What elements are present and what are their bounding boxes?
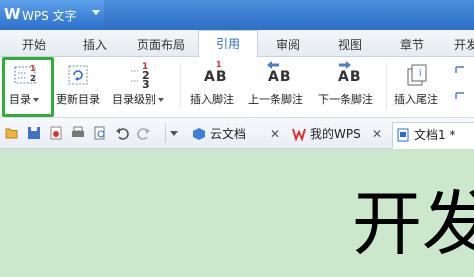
toolbar-dropdown-icon[interactable] [170, 131, 178, 136]
insert-endnote-label: 插入尾注 [394, 93, 438, 106]
tab-review[interactable]: 审阅 [276, 36, 300, 53]
toc-label: 目录 [9, 93, 31, 106]
toc-button[interactable]: 1 2 目录 [0, 57, 56, 117]
toolbar-separator [165, 123, 166, 143]
toc-level-icon [131, 70, 138, 82]
print-preview-icon[interactable] [93, 126, 107, 140]
toc-level-number-3: 3 [142, 78, 150, 91]
arrow-left-icon [267, 61, 279, 69]
tab-view[interactable]: 视图 [338, 36, 362, 53]
footnote-sup-icon: 1 [216, 60, 222, 69]
toc-number-2: 2 [30, 74, 36, 83]
ribbon-references: 1 2 目录 更新目录 1 2 3 目录级别 AB 1 插入脚注 AB 上一条脚… [0, 57, 474, 118]
insert-footnote-label: 插入脚注 [190, 93, 234, 106]
chevron-down-icon [92, 10, 100, 15]
cloud-cube-icon [193, 128, 205, 140]
redo-icon[interactable] [137, 126, 151, 140]
toc-number-1: 1 [30, 64, 36, 73]
dropdown-arrow-icon [33, 98, 39, 102]
ribbon-overflow-buttons[interactable] [452, 57, 474, 117]
doctab-label: 文档1 * [414, 128, 456, 142]
prev-footnote-button[interactable]: AB 上一条脚注 [248, 57, 312, 117]
export-pdf-icon[interactable] [49, 126, 63, 140]
arrow-right-icon [339, 61, 351, 69]
tab-references[interactable]: 引用 [198, 30, 258, 58]
app-menu-button[interactable]: W WPS 文字 [0, 0, 104, 28]
next-footnote-label: 下一条脚注 [318, 93, 373, 106]
wps-logo-icon: W [4, 5, 21, 23]
prev-footnote-ab-icon: AB [268, 69, 292, 85]
wps-logo-icon [292, 128, 306, 141]
next-footnote-ab-icon: AB [338, 69, 362, 85]
doctab-my-wps[interactable]: 我的WPS ✕ [290, 122, 388, 148]
close-icon[interactable]: ✕ [372, 122, 382, 146]
update-toc-label: 更新目录 [56, 93, 100, 106]
refresh-toc-icon [68, 65, 88, 85]
document-area[interactable]: 开发 [0, 149, 474, 277]
tab-start[interactable]: 开始 [22, 36, 46, 53]
tab-insert[interactable]: 插入 [83, 36, 107, 53]
app-title: WPS 文字 [22, 9, 77, 23]
svg-text:i: i [419, 69, 422, 79]
close-icon[interactable]: ✕ [270, 122, 280, 146]
prev-footnote-label: 上一条脚注 [248, 93, 303, 106]
print-icon[interactable] [71, 126, 85, 140]
doctab-cloud-docs[interactable]: 云文档 ✕ [190, 122, 286, 148]
insert-footnote-button[interactable]: AB 1 插入脚注 [186, 57, 244, 117]
insert-endnote-button[interactable]: i 插入尾注 [390, 57, 448, 117]
update-toc-button[interactable]: 更新目录 [56, 57, 104, 117]
doctab-label: 我的WPS [310, 127, 361, 141]
title-bar: W WPS 文字 [0, 0, 474, 30]
ribbon-separator [180, 63, 181, 109]
dropdown-arrow-icon [158, 98, 164, 102]
tab-page-layout[interactable]: 页面布局 [137, 36, 185, 53]
undo-icon[interactable] [115, 126, 129, 140]
save-icon[interactable] [27, 126, 41, 140]
footnote-ab-icon: AB [204, 69, 228, 85]
toc-level-label: 目录级别 [112, 93, 156, 106]
ribbon-separator [386, 63, 387, 109]
doctab-label: 云文档 [210, 127, 247, 141]
quick-toolbar: 云文档 ✕ 我的WPS ✕ 文档1 * [0, 118, 474, 149]
doctab-document1[interactable]: 文档1 * [392, 122, 474, 149]
document-icon [397, 128, 409, 142]
open-folder-icon[interactable] [5, 126, 19, 140]
document-text[interactable]: 开发 [352, 179, 474, 269]
tab-developer[interactable]: 开发 [454, 36, 474, 53]
next-footnote-button[interactable]: AB 下一条脚注 [316, 57, 382, 117]
tab-chapter[interactable]: 章节 [400, 36, 424, 53]
document-page[interactable]: 开发 [0, 149, 474, 277]
endnote-icon: i [407, 64, 427, 86]
toc-level-button[interactable]: 1 2 3 目录级别 [108, 57, 174, 117]
partial-icons [455, 66, 464, 99]
ribbon-tabs: 开始 插入 页面布局 引用 审阅 视图 章节 开发 [0, 30, 474, 58]
